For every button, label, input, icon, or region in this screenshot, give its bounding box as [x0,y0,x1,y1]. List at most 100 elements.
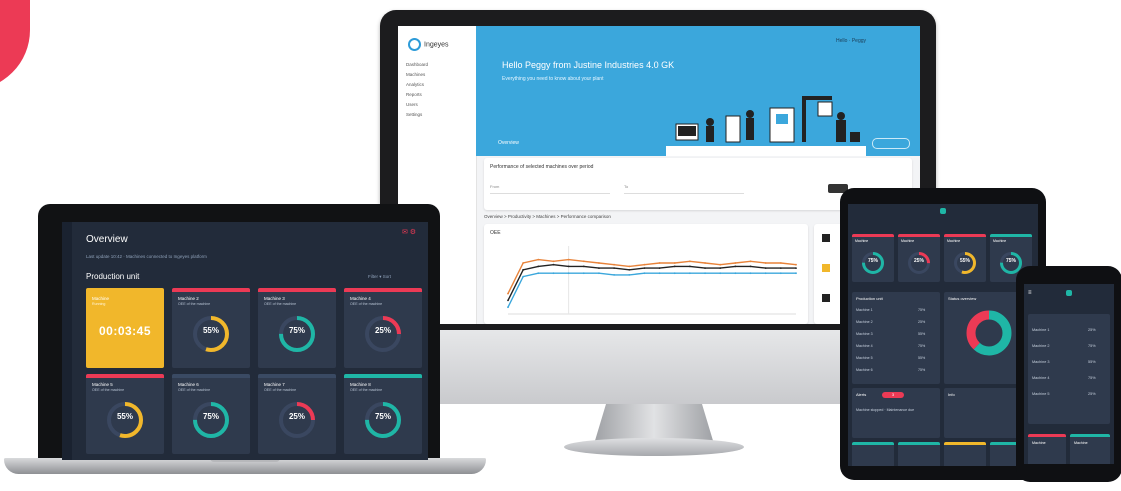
data-point [719,263,722,266]
list-item[interactable]: Machine 1 [1032,328,1050,332]
machine-card[interactable]: Machine 7 OEE of the machine 25% [258,374,336,454]
data-point [582,260,585,263]
card-name: Machine [92,296,110,301]
card-name: Machine 8 [350,382,371,387]
data-point [688,260,691,263]
machine-card[interactable]: Machine 2 OEE of the machine 55% [172,288,250,368]
list-item[interactable]: Machine 5 [856,356,873,360]
machine-card[interactable]: Machine 55% [944,234,986,282]
list-item[interactable]: Machine 2 [856,320,873,324]
status-bar [344,288,422,292]
user-menu[interactable]: Hello · Peggy [836,38,866,44]
list-item-value: 75% [1088,344,1096,348]
data-point [613,267,616,269]
data-point [613,263,616,266]
status-bar [898,234,940,237]
card-name: Machine [901,239,915,243]
panel-title: Alerts [856,392,867,397]
machine-card[interactable]: Machine 3 OEE of the machine 75% [258,288,336,368]
list-item[interactable]: Machine 4 [1032,376,1050,380]
card-desc: OEE of the machine [264,388,297,392]
data-point [643,267,646,269]
monitor-foot [564,438,744,456]
icon-rail [62,222,72,460]
panel-title: Production unit [856,296,883,301]
sidebar-item[interactable]: Dashboard [406,62,428,67]
sidebar-item[interactable]: Reports [406,92,422,97]
factory-illustration [666,96,866,156]
chart-title: OEE [490,230,501,236]
list-item[interactable]: Machine 4 [856,344,873,348]
machine-card[interactable]: Machine 8 OEE of the machine 75% [344,374,422,454]
tablet-mini-card[interactable] [898,442,940,466]
app-logo[interactable]: Ingeyes [408,38,449,51]
list-item[interactable]: Machine 6 [856,368,873,372]
filter-sort[interactable]: Filter ▾ Sort [368,274,391,280]
data-point [628,265,631,268]
machine-card[interactable]: Machine 75% [852,234,894,282]
machine-card[interactable]: Machine 25% [898,234,940,282]
menu-icon[interactable]: ≡ [1028,290,1032,296]
oee-percent: 75% [374,412,391,421]
greeting: Hello Peggy from Justine Industries 4.0 … [502,60,675,70]
timer-card[interactable]: Machine Running 00:03:45 [86,288,164,368]
list-item[interactable]: Machine 3 [1032,360,1050,364]
data-point [552,263,555,266]
data-point [749,260,752,263]
list-item[interactable]: Machine 3 [856,332,873,336]
tablet-logo-icon [940,208,946,214]
list-item-value: 25% [1088,328,1096,332]
data-point [552,272,555,275]
tablet-mini-card[interactable] [852,442,894,466]
tablet-mini-card[interactable] [944,442,986,466]
card-name: Machine [1032,441,1046,445]
status-bar [258,288,336,292]
notification-icons[interactable]: ✉ ⚙ [402,228,416,236]
from-date-field[interactable]: From [490,184,610,194]
tab-overview[interactable]: Overview [498,140,519,146]
oee-line-chart [507,246,797,315]
data-point [537,258,540,261]
list-item-value: 55% [918,356,926,360]
machine-card[interactable]: Machine 5 OEE of the machine 55% [86,374,164,454]
machine-card[interactable]: Machine 6 OEE of the machine 75% [172,374,250,454]
phone-mini-card[interactable]: Machine [1070,434,1110,464]
data-point [764,267,767,269]
card-desc: OEE of the machine [350,388,383,392]
data-point [658,267,661,269]
sidebar-item[interactable]: Analytics [406,82,424,87]
view-all-button[interactable] [872,138,910,149]
status-bar [944,234,986,237]
data-point [764,272,767,275]
sidebar-item[interactable]: Users [406,102,418,107]
logo-icon [408,38,421,51]
phone-list-panel: Machine 1 25% Machine 2 75% Machine 3 55% Mach… [1028,314,1110,424]
to-date-field[interactable]: To [624,184,744,194]
list-item[interactable]: Machine 5 [1032,392,1050,396]
card-name: Machine 2 [178,296,199,301]
phone-logo-icon [1066,290,1072,296]
list-item[interactable]: Machine 1 [856,308,873,312]
sidebar-item[interactable]: Settings [406,112,422,117]
alerts-badge[interactable]: 3 [882,392,904,398]
data-point [779,272,782,275]
data-point [658,262,661,264]
oee-chart-panel: OEE [484,224,808,324]
oee-percent: 75% [867,258,878,264]
data-point [567,272,570,275]
data-point [522,268,525,271]
sidebar-item[interactable]: Machines [406,72,425,77]
card-desc: OEE of the machine [350,302,383,306]
data-point [522,275,525,278]
list-item[interactable]: Machine 2 [1032,344,1050,348]
list-item-value: 75% [918,344,926,348]
alert-text: Machine stopped · Maintenance due [856,408,915,412]
data-point [795,272,797,275]
tablet-screen: Machine 75% Machine 25% Machine 55% Machine 75%… [848,204,1038,466]
data-point [567,258,570,261]
card-name: Machine [947,239,961,243]
machine-card[interactable]: Machine 4 OEE of the machine 25% [344,288,422,368]
data-point [643,263,646,266]
oee-percent: 75% [202,412,219,421]
phone-mini-card[interactable]: Machine [1028,434,1066,464]
